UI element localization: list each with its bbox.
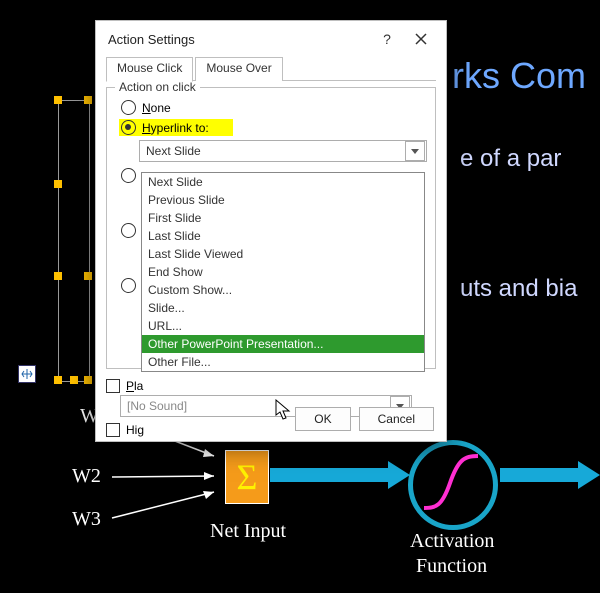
selection-handle[interactable] <box>54 96 62 104</box>
checkbox-highlight[interactable] <box>106 423 120 437</box>
dd-item-url[interactable]: URL... <box>142 317 424 335</box>
checkbox-play-sound[interactable] <box>106 379 120 393</box>
radio-object-action[interactable] <box>121 278 136 293</box>
dd-item-slide[interactable]: Slide... <box>142 299 424 317</box>
option-hyperlink-label: Hyperlink to: <box>142 121 209 135</box>
chevron-down-icon <box>411 149 419 154</box>
selection-handle[interactable] <box>84 96 92 104</box>
selection-handle[interactable] <box>70 376 78 384</box>
radio-run-program[interactable] <box>121 168 136 183</box>
hyperlink-dropdown-list[interactable]: Next Slide Previous Slide First Slide La… <box>141 172 425 372</box>
net-input-label: Net Input <box>210 520 286 543</box>
weight-label: W2 <box>72 465 101 488</box>
radio-hyperlink[interactable] <box>121 120 136 135</box>
group-legend: Action on click <box>115 80 200 94</box>
dd-item-first-slide[interactable]: First Slide <box>142 209 424 227</box>
selection-handle[interactable] <box>54 272 62 280</box>
arrow-w2 <box>112 472 214 480</box>
action-settings-dialog: Action Settings ? Mouse Click Mouse Over… <box>95 20 447 442</box>
dd-item-custom-show[interactable]: Custom Show... <box>142 281 424 299</box>
tab-mouse-click[interactable]: Mouse Click <box>106 57 193 82</box>
cancel-button[interactable]: Cancel <box>359 407 434 431</box>
option-none[interactable]: None <box>121 100 427 115</box>
close-icon <box>415 33 427 45</box>
tab-strip: Mouse Click Mouse Over <box>96 57 446 81</box>
dd-item-end-show[interactable]: End Show <box>142 263 424 281</box>
arrow-w3 <box>112 491 214 518</box>
radio-none[interactable] <box>121 100 136 115</box>
dropdown-button[interactable] <box>405 141 425 161</box>
option-none-label: None <box>142 101 171 115</box>
slide-title-right: rks Com <box>452 55 586 97</box>
slide-subtitle-1: e of a par <box>460 145 561 173</box>
play-sound-row[interactable]: Pla <box>106 379 436 393</box>
activation-label: Activation <box>410 530 494 553</box>
action-on-click-group: Action on click None Hyperlink to: Next … <box>106 87 436 369</box>
hyperlink-dropdown[interactable]: Next Slide <box>139 140 427 162</box>
tab-mouse-over[interactable]: Mouse Over <box>195 57 282 81</box>
dialog-title: Action Settings <box>108 32 370 47</box>
close-button[interactable] <box>404 25 438 53</box>
thick-arrowhead-1 <box>388 461 410 489</box>
slide-subtitle-2: uts and bia <box>460 275 577 303</box>
sigma-symbol: Σ <box>237 459 258 495</box>
option-hyperlink[interactable]: Hyperlink to: <box>119 119 233 136</box>
sigmoid-curve <box>416 448 486 518</box>
thick-arrow-1 <box>270 468 390 482</box>
play-sound-label: Pla <box>126 379 143 393</box>
selection-handle[interactable] <box>84 376 92 384</box>
dd-item-other-ppt[interactable]: Other PowerPoint Presentation... <box>142 335 424 353</box>
dd-item-next-slide[interactable]: Next Slide <box>142 173 424 191</box>
highlight-click-label: Hig <box>126 423 144 437</box>
sigma-box: Σ <box>225 450 269 504</box>
dialog-buttons: OK Cancel <box>295 407 434 431</box>
selection-outline <box>58 100 90 382</box>
radio-run-macro[interactable] <box>121 223 136 238</box>
thick-arrow-2 <box>500 468 580 482</box>
hyperlink-dropdown-value: Next Slide <box>140 144 404 158</box>
dd-item-last-slide[interactable]: Last Slide <box>142 227 424 245</box>
help-button[interactable]: ? <box>370 25 404 53</box>
paragraph-anchor-icon <box>18 365 36 383</box>
thick-arrowhead-2 <box>578 461 600 489</box>
weight-label: W3 <box>72 508 101 531</box>
dd-item-last-slide-viewed[interactable]: Last Slide Viewed <box>142 245 424 263</box>
dd-item-previous-slide[interactable]: Previous Slide <box>142 191 424 209</box>
dd-item-other-file[interactable]: Other File... <box>142 353 424 371</box>
selection-handle[interactable] <box>54 376 62 384</box>
selection-handle[interactable] <box>54 180 62 188</box>
ok-button[interactable]: OK <box>295 407 350 431</box>
selection-handle[interactable] <box>84 272 92 280</box>
function-label: Function <box>416 555 487 578</box>
dialog-titlebar[interactable]: Action Settings ? <box>96 21 446 57</box>
